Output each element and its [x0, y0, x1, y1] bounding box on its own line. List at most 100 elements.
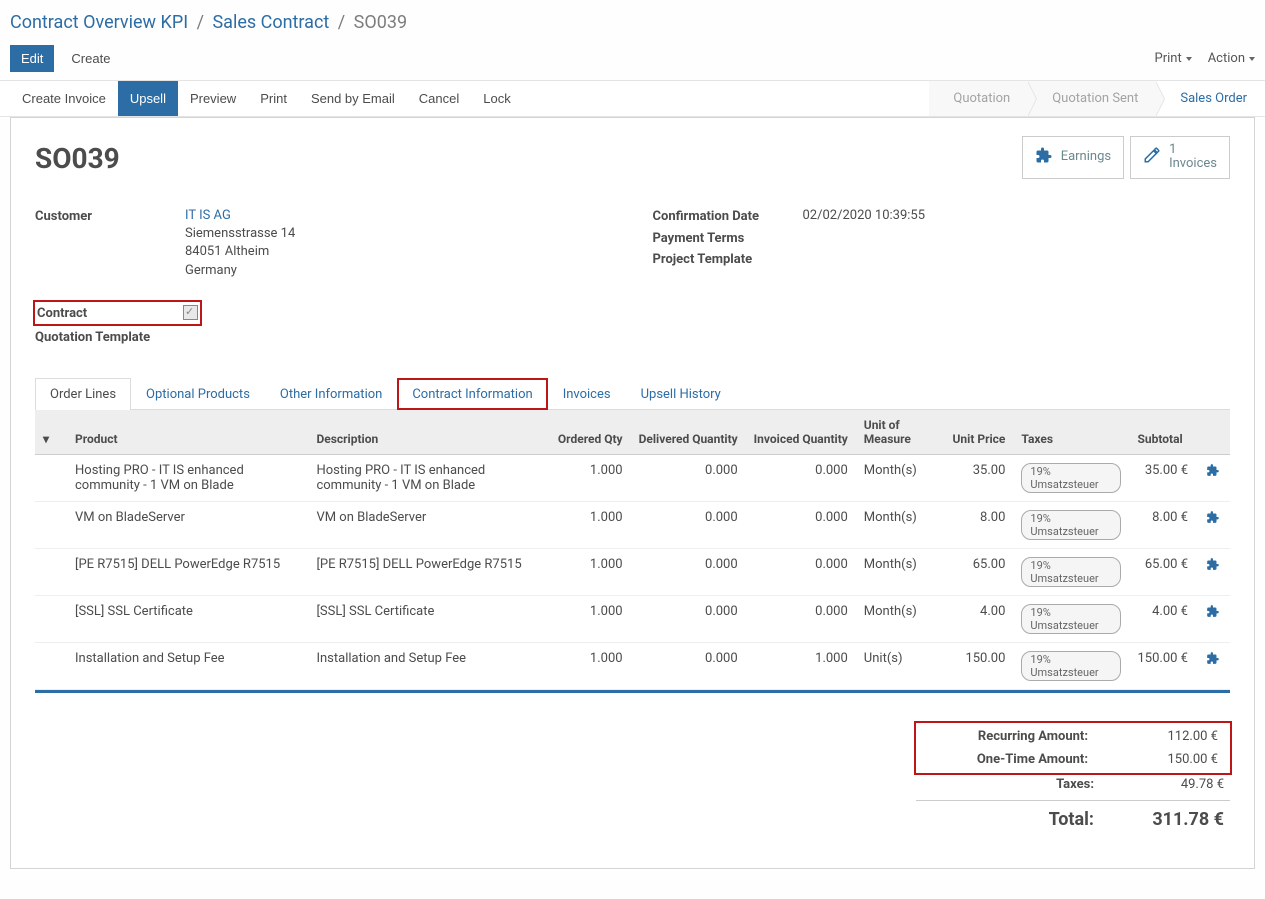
cancel-button[interactable]: Cancel — [407, 81, 471, 116]
create-invoice-button[interactable]: Create Invoice — [10, 81, 118, 116]
table-row[interactable]: VM on BladeServerVM on BladeServer1.0000… — [35, 501, 1230, 548]
col-unit-price[interactable]: Unit Price — [945, 410, 1014, 455]
invoices-stat-button[interactable]: 1 Invoices — [1130, 136, 1230, 179]
action-dropdown[interactable]: Action — [1208, 51, 1255, 66]
tab-upsell-history[interactable]: Upsell History — [626, 378, 736, 410]
upsell-button[interactable]: Upsell — [118, 81, 178, 116]
col-invoiced-qty[interactable]: Invoiced Quantity — [746, 410, 856, 455]
col-subtotal[interactable]: Subtotal — [1129, 410, 1196, 455]
expand-column[interactable]: ▾ — [35, 410, 67, 455]
cell-ordered: 1.000 — [550, 501, 631, 548]
tab-order-lines[interactable]: Order Lines — [35, 378, 131, 410]
table-row[interactable]: Installation and Setup FeeInstallation a… — [35, 642, 1230, 689]
puzzle-icon — [1035, 146, 1053, 168]
cell-subtotal: 8.00 € — [1129, 501, 1196, 548]
customer-label: Customer — [35, 207, 185, 280]
cell-delivered: 0.000 — [631, 642, 746, 689]
print-button[interactable]: Print — [248, 81, 299, 116]
total-label: Total: — [934, 809, 1094, 830]
onetime-amount-value: 150.00 € — [1128, 752, 1218, 767]
contract-checkbox[interactable] — [183, 305, 198, 320]
quotation-template-value — [185, 328, 613, 345]
earnings-stat-button[interactable]: Earnings — [1022, 136, 1124, 179]
cell-ordered: 1.000 — [550, 642, 631, 689]
breadcrumb: Contract Overview KPI / Sales Contract /… — [0, 0, 1265, 37]
cell-description: Hosting PRO - IT IS enhanced community -… — [308, 454, 549, 501]
table-row[interactable]: [PE R7515] DELL PowerEdge R7515[PE R7515… — [35, 548, 1230, 595]
col-taxes[interactable]: Taxes — [1013, 410, 1129, 455]
tab-other-information[interactable]: Other Information — [265, 378, 397, 410]
col-delivered-qty[interactable]: Delivered Quantity — [631, 410, 746, 455]
cell-price: 4.00 — [945, 595, 1014, 642]
edit-button[interactable]: Edit — [10, 45, 54, 72]
stat-button-box: Earnings 1 Invoices — [1022, 136, 1230, 179]
cell-subtotal: 150.00 € — [1129, 642, 1196, 689]
pencil-icon — [1143, 146, 1161, 168]
send-email-button[interactable]: Send by Email — [299, 81, 407, 116]
table-row[interactable]: [SSL] SSL Certificate[SSL] SSL Certifica… — [35, 595, 1230, 642]
quotation-template-label: Quotation Template — [35, 328, 185, 345]
status-steps: Quotation Quotation Sent Sales Order — [929, 81, 1265, 116]
col-product[interactable]: Product — [67, 410, 308, 455]
step-sales-order[interactable]: Sales Order — [1156, 81, 1265, 116]
cell-ordered: 1.000 — [550, 548, 631, 595]
col-description[interactable]: Description — [308, 410, 549, 455]
lock-button[interactable]: Lock — [471, 81, 522, 116]
cell-uom: Unit(s) — [856, 642, 945, 689]
tab-invoices[interactable]: Invoices — [548, 378, 626, 410]
cell-product: Installation and Setup Fee — [67, 642, 308, 689]
customer-value: IT IS AG Siemensstrasse 14 84051 Altheim… — [185, 207, 613, 280]
notebook-tabs: Order Lines Optional Products Other Info… — [35, 377, 1230, 410]
line-puzzle-icon[interactable] — [1196, 548, 1230, 595]
form-sheet: Earnings 1 Invoices SO039 Customer IT IS… — [10, 117, 1255, 869]
cell-price: 65.00 — [945, 548, 1014, 595]
cell-uom: Month(s) — [856, 454, 945, 501]
customer-country: Germany — [185, 263, 237, 278]
earnings-label: Earnings — [1061, 150, 1111, 164]
line-puzzle-icon[interactable] — [1196, 642, 1230, 689]
preview-button[interactable]: Preview — [178, 81, 248, 116]
create-button[interactable]: Create — [60, 45, 121, 72]
cell-uom: Month(s) — [856, 548, 945, 595]
step-quotation[interactable]: Quotation — [929, 81, 1028, 116]
step-quotation-sent[interactable]: Quotation Sent — [1028, 81, 1156, 116]
tab-contract-information[interactable]: Contract Information — [397, 378, 547, 410]
cell-delivered: 0.000 — [631, 454, 746, 501]
breadcrumb-level1[interactable]: Contract Overview KPI — [10, 12, 188, 33]
cell-description: VM on BladeServer — [308, 501, 549, 548]
cell-subtotal: 35.00 € — [1129, 454, 1196, 501]
project-template-value — [803, 250, 1231, 267]
cell-description: Installation and Setup Fee — [308, 642, 549, 689]
breadcrumb-level2[interactable]: Sales Contract — [212, 12, 329, 33]
cell-tax: 19% Umsatzsteuer — [1013, 595, 1129, 642]
recurring-amount-label: Recurring Amount: — [928, 729, 1088, 744]
cell-uom: Month(s) — [856, 595, 945, 642]
cell-product: VM on BladeServer — [67, 501, 308, 548]
cell-description: [PE R7515] DELL PowerEdge R7515 — [308, 548, 549, 595]
contract-label: Contract — [37, 304, 183, 321]
table-row[interactable]: Hosting PRO - IT IS enhanced community -… — [35, 454, 1230, 501]
table-footer-separator — [35, 690, 1230, 693]
payment-terms-label: Payment Terms — [653, 229, 803, 246]
confirmation-date-value: 02/02/2020 10:39:55 — [803, 207, 1231, 225]
order-lines-table: ▾ Product Description Ordered Qty Delive… — [35, 410, 1230, 690]
customer-link[interactable]: IT IS AG — [185, 208, 231, 223]
cell-product: [PE R7515] DELL PowerEdge R7515 — [67, 548, 308, 595]
line-puzzle-icon[interactable] — [1196, 595, 1230, 642]
cell-price: 35.00 — [945, 454, 1014, 501]
cell-invoiced: 0.000 — [746, 454, 856, 501]
cell-invoiced: 1.000 — [746, 642, 856, 689]
onetime-amount-label: One-Time Amount: — [928, 752, 1088, 767]
col-ordered-qty[interactable]: Ordered Qty — [550, 410, 631, 455]
tab-optional-products[interactable]: Optional Products — [131, 378, 265, 410]
customer-city: 84051 Altheim — [185, 244, 269, 259]
cell-invoiced: 0.000 — [746, 501, 856, 548]
invoices-text: 1 Invoices — [1169, 143, 1217, 172]
print-dropdown[interactable]: Print — [1155, 51, 1192, 66]
line-puzzle-icon[interactable] — [1196, 454, 1230, 501]
cell-tax: 19% Umsatzsteuer — [1013, 548, 1129, 595]
total-value: 311.78 € — [1134, 809, 1224, 830]
cell-delivered: 0.000 — [631, 595, 746, 642]
line-puzzle-icon[interactable] — [1196, 501, 1230, 548]
col-uom[interactable]: Unit of Measure — [856, 410, 945, 455]
